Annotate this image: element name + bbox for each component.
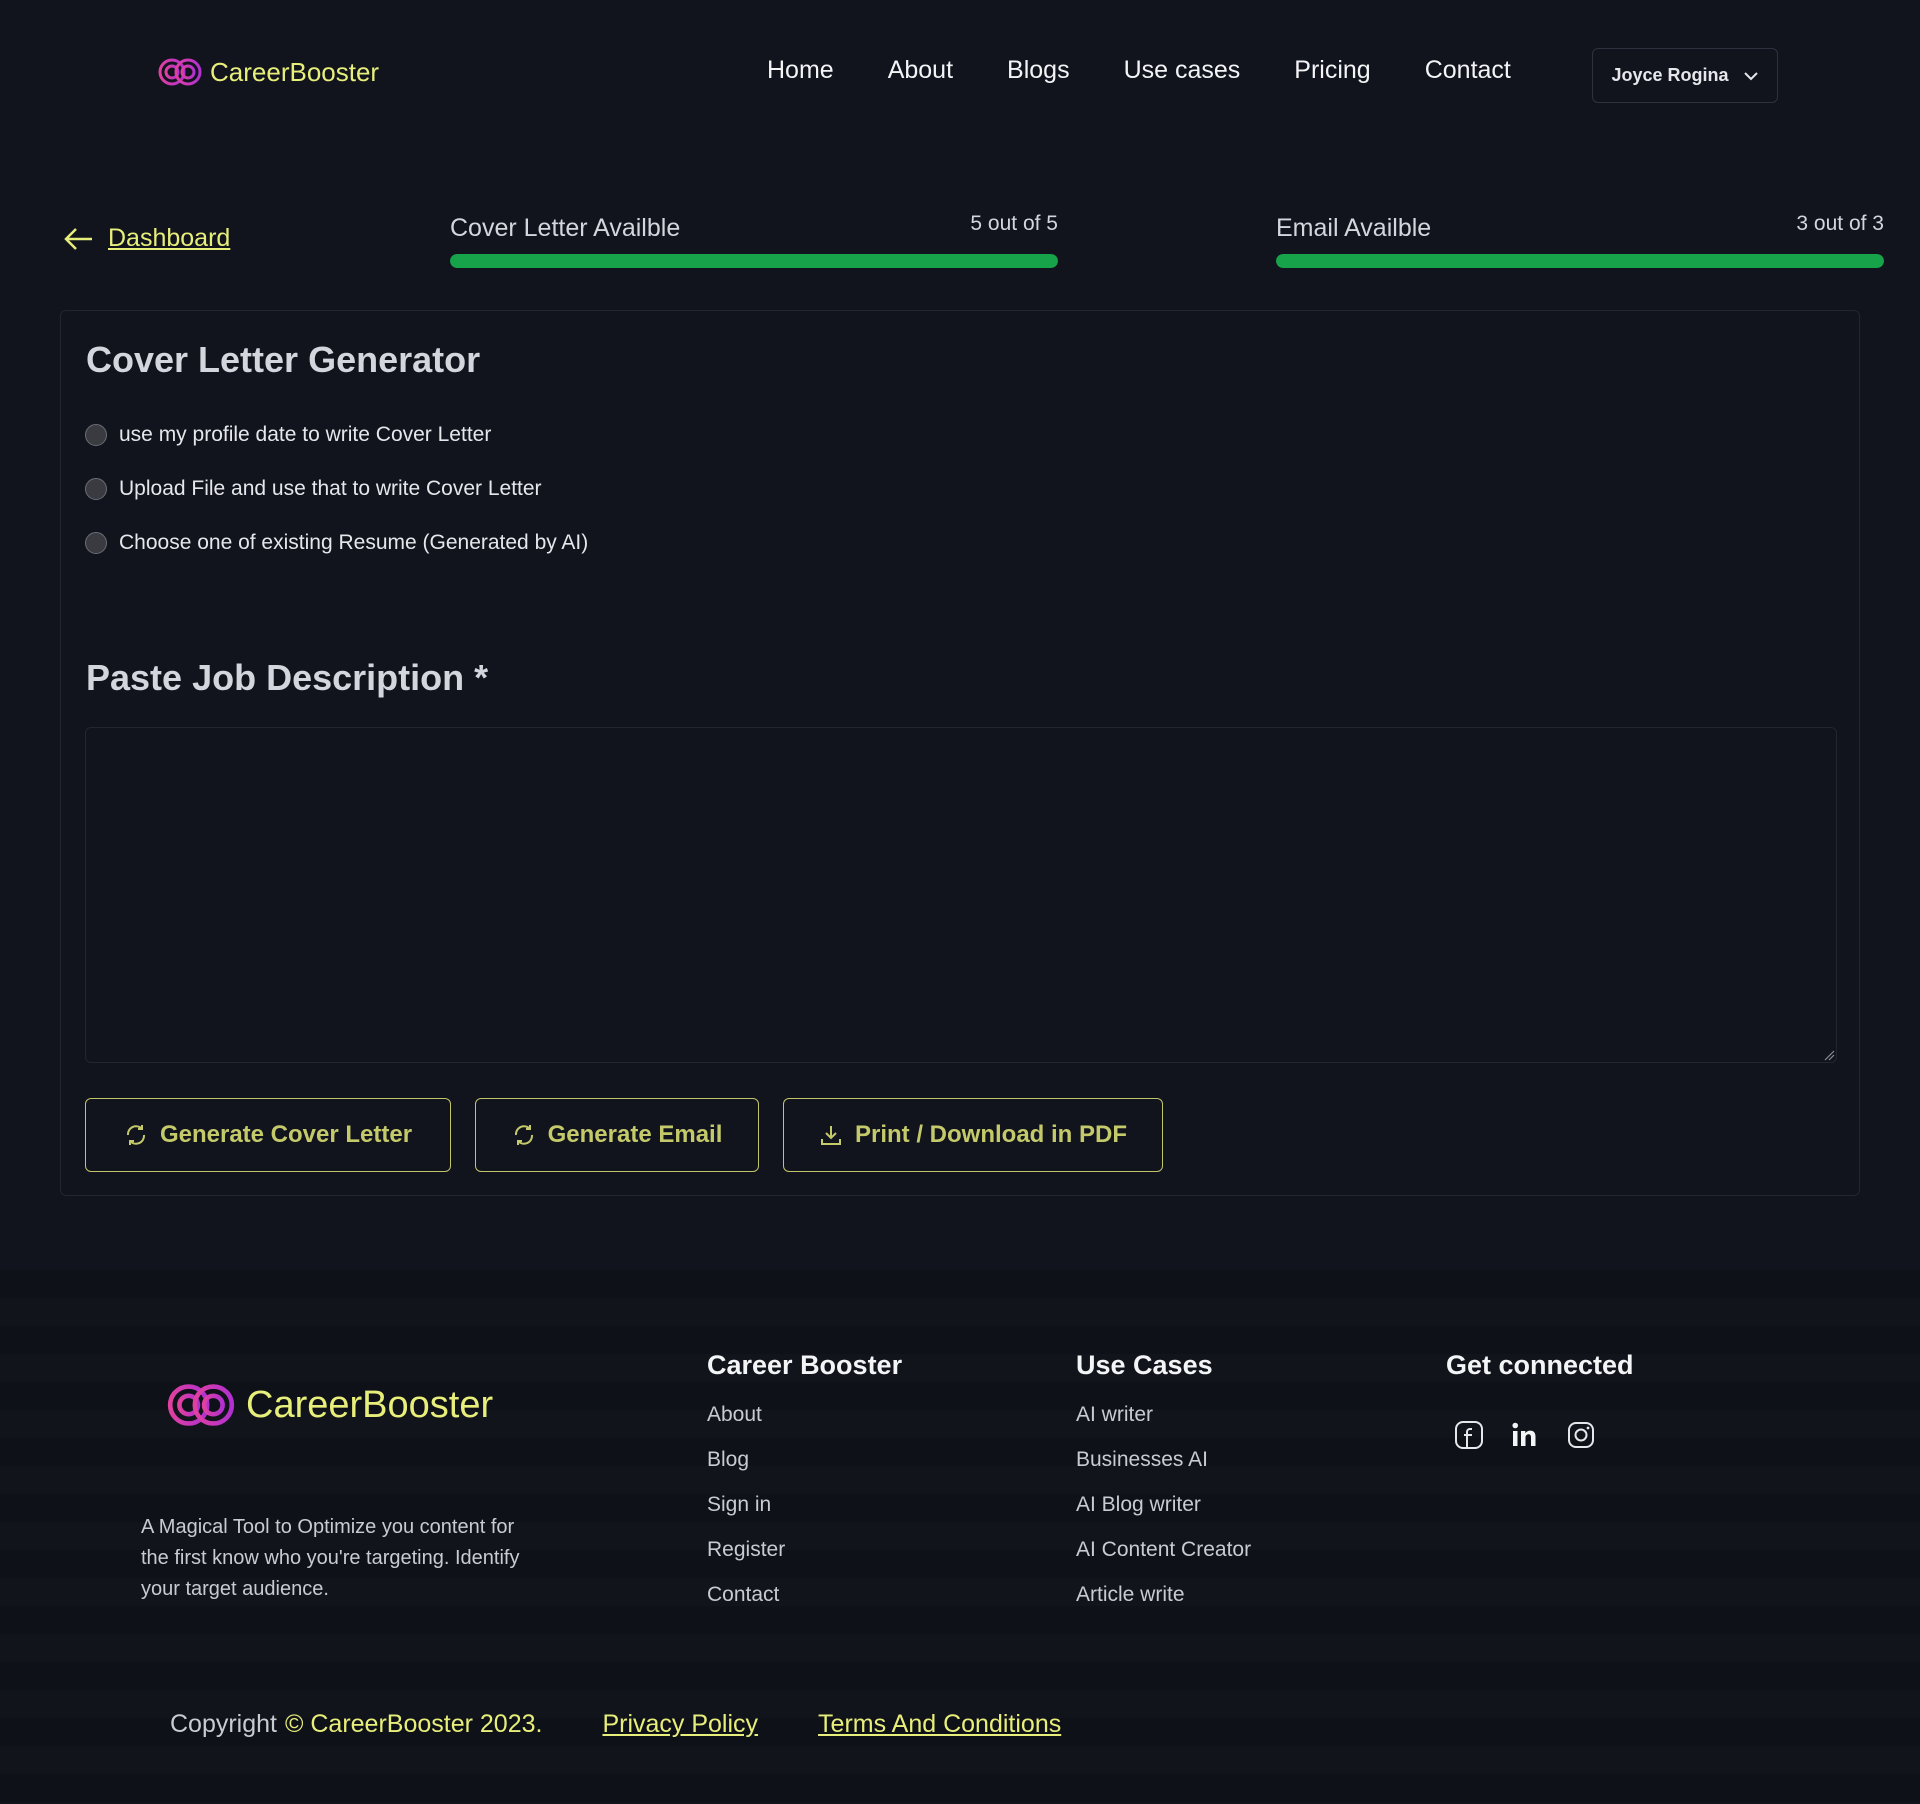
- nav-blogs[interactable]: Blogs: [1007, 56, 1070, 85]
- footer: CareerBooster A Magical Tool to Optimize…: [0, 1270, 1920, 1804]
- footer-col-use-cases: Use Cases AI writer Businesses AI AI Blo…: [1076, 1350, 1251, 1628]
- generate-email-button[interactable]: Generate Email: [475, 1098, 759, 1172]
- resize-handle-icon[interactable]: [1823, 1049, 1835, 1061]
- footer-col-title: Get connected: [1446, 1350, 1634, 1380]
- generate-cover-letter-button[interactable]: Generate Cover Letter: [85, 1098, 451, 1172]
- footer-brand-name: CareerBooster: [246, 1383, 494, 1426]
- nav-about[interactable]: About: [888, 56, 953, 85]
- email-progress-fill: [1276, 254, 1884, 268]
- cover-letter-generator-card: Cover Letter Generator use my profile da…: [60, 310, 1860, 1196]
- radio-profile-data[interactable]: [85, 424, 107, 446]
- footer-bottom-bar: Copyright © CareerBooster 2023. Privacy …: [170, 1710, 1061, 1739]
- logo-icon: [158, 58, 202, 86]
- footer-link-businesses-ai[interactable]: Businesses AI: [1076, 1448, 1251, 1472]
- footer-col-title: Use Cases: [1076, 1350, 1213, 1380]
- cover-letter-usage-label: Cover Letter Availble: [450, 214, 681, 242]
- linkedin-icon[interactable]: [1510, 1420, 1540, 1450]
- nav-pricing[interactable]: Pricing: [1294, 56, 1370, 85]
- nav-use-cases[interactable]: Use cases: [1124, 56, 1241, 85]
- copyright-prefix: Copyright: [170, 1710, 277, 1738]
- social-links: [1454, 1420, 1596, 1450]
- back-to-dashboard[interactable]: Dashboard: [62, 224, 230, 253]
- refresh-icon: [514, 1125, 533, 1145]
- header: CareerBooster Home About Blogs Use cases…: [0, 0, 1920, 150]
- generator-title: Cover Letter Generator: [86, 339, 481, 380]
- footer-brand-logo[interactable]: CareerBooster: [164, 1380, 493, 1430]
- main-nav: Home About Blogs Use cases Pricing Conta…: [767, 56, 1511, 85]
- footer-link-ai-content-creator[interactable]: AI Content Creator: [1076, 1538, 1251, 1562]
- dashboard-link[interactable]: Dashboard: [108, 224, 230, 253]
- brand-name: CareerBooster: [210, 56, 380, 87]
- terms-link[interactable]: Terms And Conditions: [818, 1710, 1061, 1739]
- email-progress-bar: [1276, 254, 1884, 268]
- footer-link-register[interactable]: Register: [707, 1538, 902, 1562]
- email-usage-label: Email Availble: [1276, 214, 1432, 242]
- option-upload-file-label: Upload File and use that to write Cover …: [119, 477, 542, 500]
- footer-col-get-connected: Get connected: [1446, 1350, 1634, 1403]
- brand-logo[interactable]: CareerBooster: [156, 56, 379, 88]
- footer-link-ai-blog-writer[interactable]: AI Blog writer: [1076, 1493, 1251, 1517]
- option-profile-data-label: use my profile date to write Cover Lette…: [119, 423, 492, 446]
- chevron-down-icon: [1743, 71, 1758, 80]
- facebook-icon[interactable]: [1454, 1420, 1484, 1450]
- cover-letter-progress-fill: [450, 254, 1058, 268]
- footer-link-contact[interactable]: Contact: [707, 1583, 902, 1607]
- user-name: Joyce Rogina: [1611, 65, 1729, 85]
- radio-upload-file[interactable]: [85, 478, 107, 500]
- option-profile-data[interactable]: use my profile date to write Cover Lette…: [85, 423, 491, 447]
- logo-icon: [167, 1384, 235, 1426]
- radio-existing-resume[interactable]: [85, 532, 107, 554]
- footer-tagline: A Magical Tool to Optimize you content f…: [141, 1516, 520, 1600]
- footer-link-sign-in[interactable]: Sign in: [707, 1493, 902, 1517]
- footer-col-career-booster: Career Booster About Blog Sign in Regist…: [707, 1350, 902, 1628]
- refresh-icon: [126, 1125, 145, 1145]
- option-upload-file[interactable]: Upload File and use that to write Cover …: [85, 477, 542, 501]
- privacy-policy-link[interactable]: Privacy Policy: [602, 1710, 758, 1739]
- footer-col-title: Career Booster: [707, 1350, 903, 1380]
- option-existing-resume-label: Choose one of existing Resume (Generated…: [119, 531, 589, 554]
- nav-contact[interactable]: Contact: [1425, 56, 1511, 85]
- cover-letter-usage-count: 5 out of 5: [970, 212, 1058, 235]
- option-existing-resume[interactable]: Choose one of existing Resume (Generated…: [85, 531, 588, 555]
- download-pdf-button[interactable]: Print / Download in PDF: [783, 1098, 1163, 1172]
- footer-link-ai-writer[interactable]: AI writer: [1076, 1403, 1251, 1427]
- job-description-input[interactable]: [85, 727, 1837, 1063]
- footer-link-article-write[interactable]: Article write: [1076, 1583, 1251, 1607]
- download-icon: [821, 1126, 841, 1145]
- footer-link-blog[interactable]: Blog: [707, 1448, 902, 1472]
- nav-home[interactable]: Home: [767, 56, 834, 85]
- footer-link-about[interactable]: About: [707, 1403, 902, 1427]
- instagram-icon[interactable]: [1566, 1420, 1596, 1450]
- generate-email-label: Generate Email: [547, 1121, 723, 1148]
- generate-cover-letter-label: Generate Cover Letter: [159, 1121, 413, 1148]
- download-pdf-label: Print / Download in PDF: [855, 1121, 1127, 1148]
- copyright-brand: © CareerBooster 2023.: [285, 1710, 543, 1738]
- job-description-title: Paste Job Description *: [86, 657, 489, 698]
- cover-letter-progress-bar: [450, 254, 1058, 268]
- email-usage-count: 3 out of 3: [1796, 212, 1884, 235]
- user-menu-button[interactable]: Joyce Rogina: [1592, 48, 1778, 103]
- arrow-left-icon: [64, 227, 92, 250]
